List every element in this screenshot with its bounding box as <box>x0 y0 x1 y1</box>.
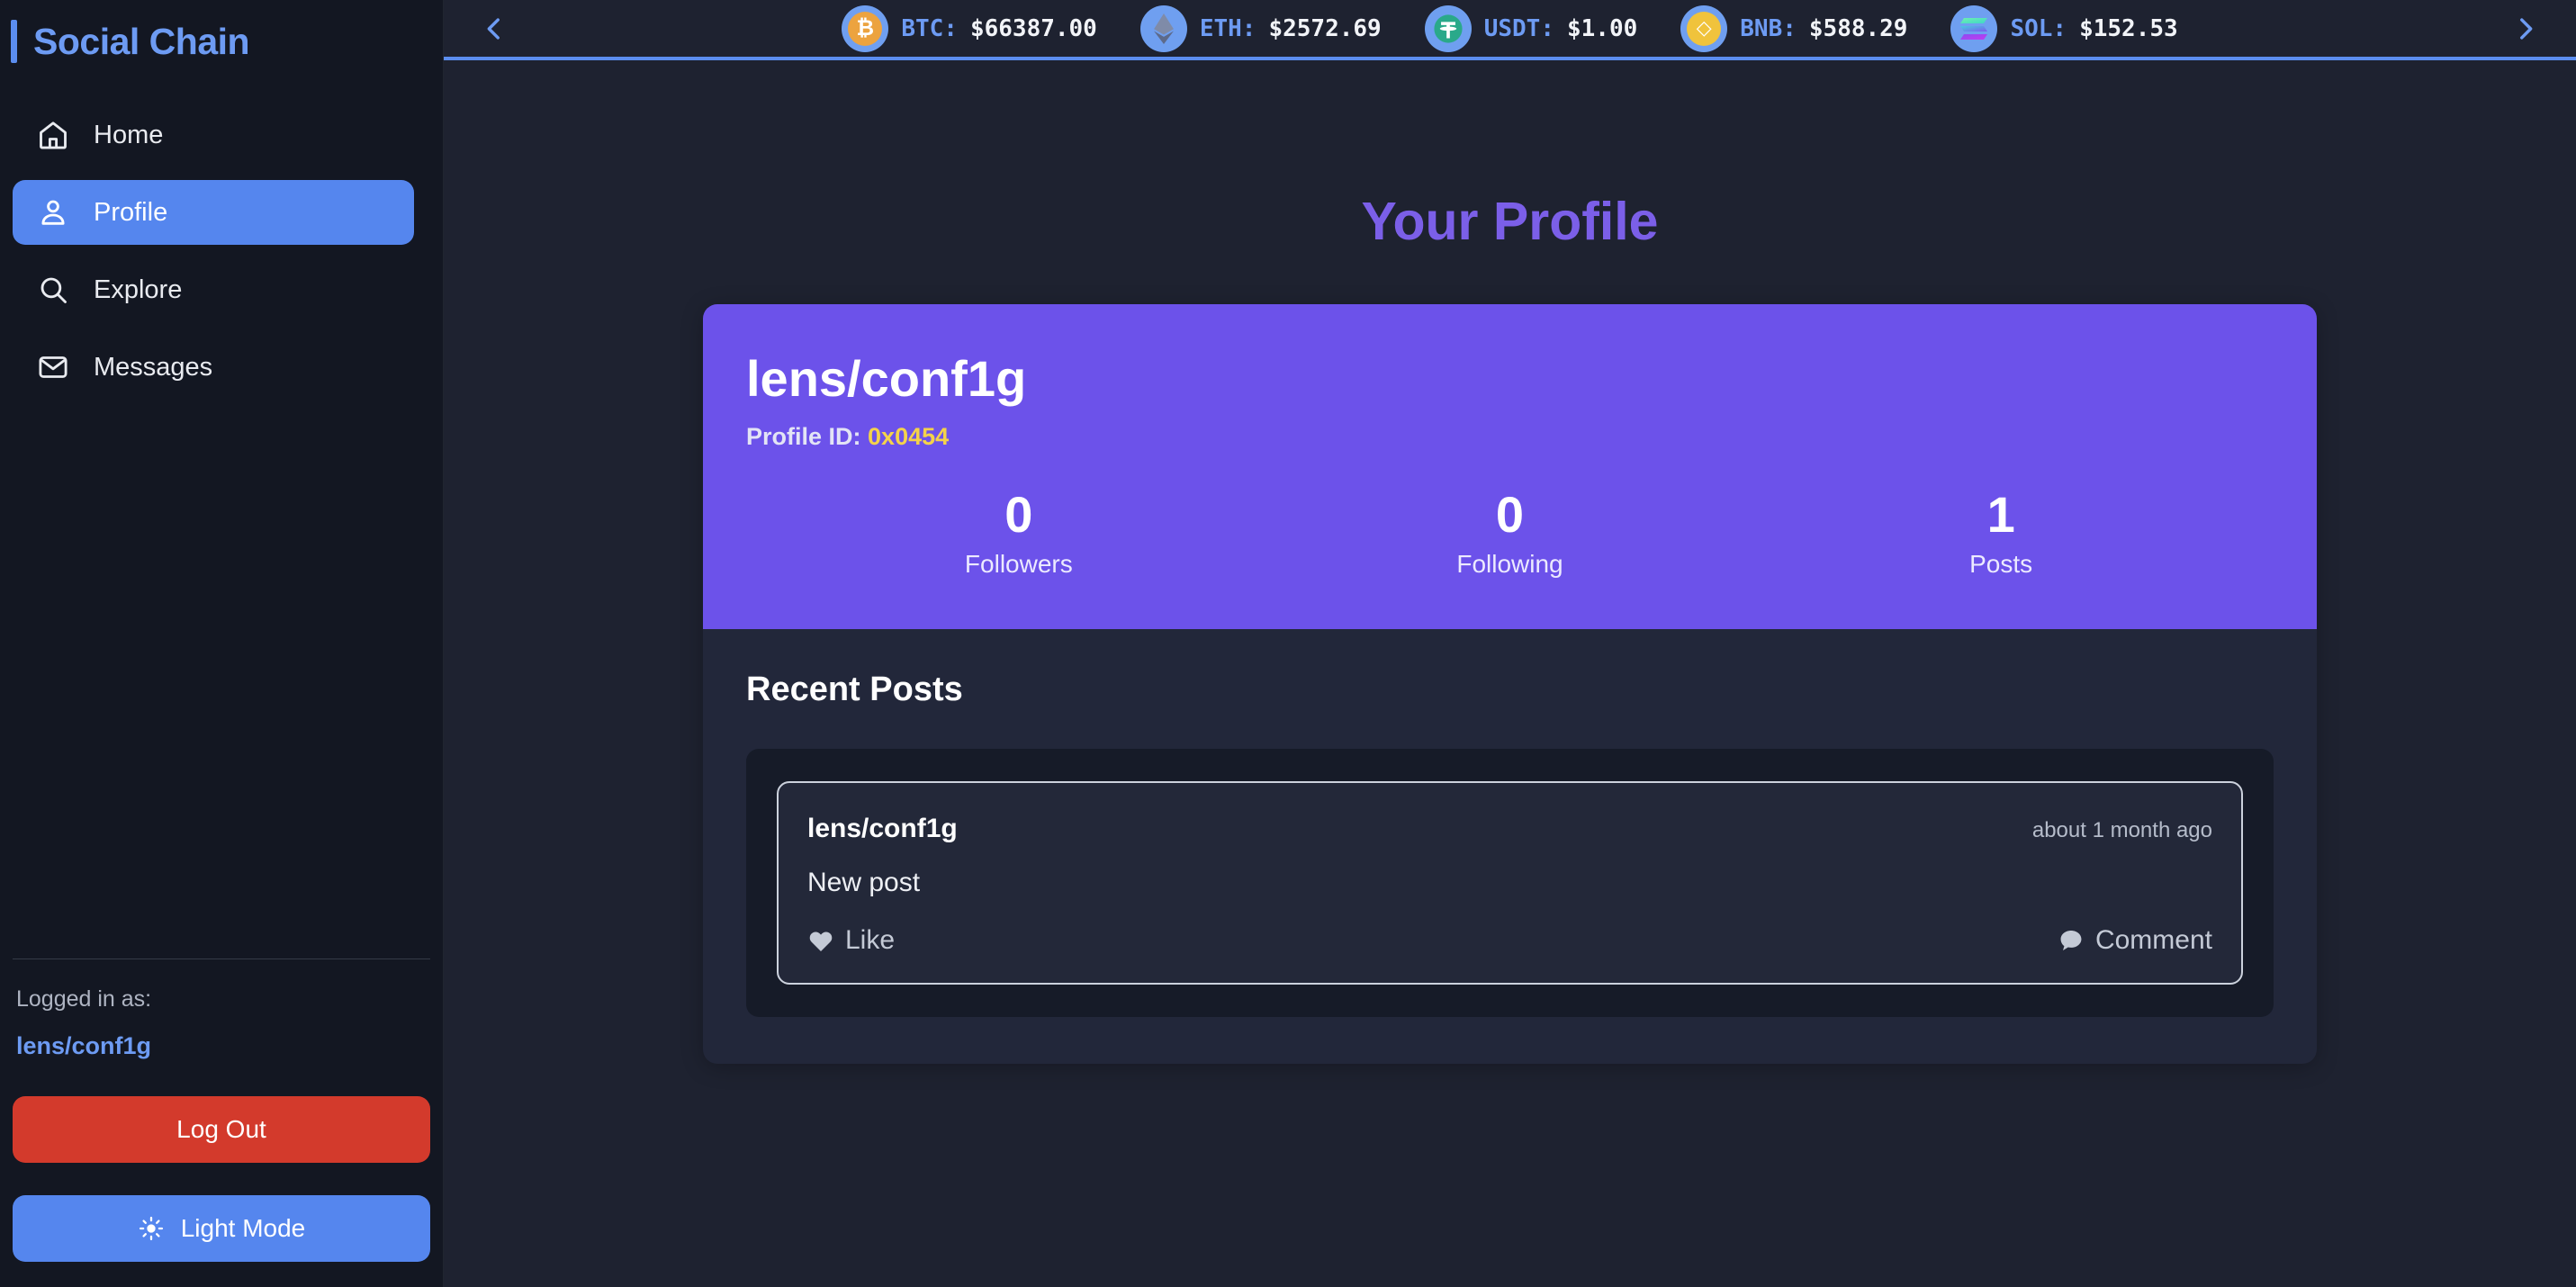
post-author[interactable]: lens/conf1g <box>807 814 958 844</box>
ticker-next-button[interactable] <box>2506 9 2545 49</box>
ticker-symbol: BTC: <box>901 14 958 42</box>
stat-value: 0 <box>1004 485 1033 543</box>
sidebar-item-label: Profile <box>94 197 168 227</box>
heart-icon <box>807 927 834 954</box>
sidebar-footer: Logged in as: lens/conf1g Log Out Light … <box>0 958 443 1287</box>
stat-value: 0 <box>1495 485 1525 543</box>
sidebar-item-label: Home <box>94 120 164 149</box>
light-mode-label: Light Mode <box>180 1214 306 1242</box>
brand-logo[interactable]: Social Chain <box>0 0 443 81</box>
post-body: New post <box>807 868 921 898</box>
post-header: lens/conf1g about 1 month ago <box>807 814 2212 844</box>
sidebar-item-label: Explore <box>94 274 183 304</box>
ticker-price: $1.00 <box>1566 14 1638 42</box>
crypto-ticker-bar: ₿ BTC: $66387.00 ETH: $2572.69 USDT: $1.… <box>444 0 2576 60</box>
profile-handle: lens/conf1g <box>746 350 1027 407</box>
stat-value: 1 <box>1986 485 2015 543</box>
log-out-button[interactable]: Log Out <box>13 1096 430 1163</box>
profile-id-label: Profile ID: <box>746 422 861 450</box>
sun-icon <box>138 1215 165 1242</box>
posts-container: lens/conf1g about 1 month ago New post L… <box>746 749 2274 1018</box>
stat-label: Following <box>1456 550 1563 579</box>
ticker-symbol: BNB: <box>1740 14 1797 42</box>
main-area: ₿ BTC: $66387.00 ETH: $2572.69 USDT: $1.… <box>444 0 2576 1287</box>
profile-header: lens/conf1g Profile ID: 0x0454 0 Followe… <box>703 304 2317 630</box>
brand-title: Social Chain <box>33 20 250 62</box>
sidebar-item-label: Messages <box>94 352 213 382</box>
bitcoin-icon: ₿ <box>842 4 889 52</box>
person-icon <box>36 195 70 230</box>
stat-posts[interactable]: 1 Posts <box>1920 485 2082 580</box>
sidebar-item-explore[interactable]: Explore <box>13 257 414 322</box>
search-icon <box>36 273 70 307</box>
ticker-symbol: ETH: <box>1199 14 1256 42</box>
stat-label: Followers <box>964 550 1073 579</box>
ticker-item-bnb[interactable]: ◇ BNB: $588.29 <box>1680 4 1908 52</box>
ticker-symbol: USDT: <box>1483 14 1554 42</box>
comment-button[interactable]: Comment <box>2058 925 2212 956</box>
page-content: Your Profile lens/conf1g Profile ID: 0x0… <box>444 60 2576 1287</box>
sidebar-item-home[interactable]: Home <box>13 103 414 167</box>
ticker-price: $66387.00 <box>969 14 1097 42</box>
post-actions: Like Comment <box>807 925 2212 956</box>
binance-icon: ◇ <box>1680 4 1728 52</box>
profile-id-value: 0x0454 <box>868 422 950 450</box>
profile-stats: 0 Followers 0 Following 1 Posts <box>746 485 2274 580</box>
tether-icon <box>1424 4 1472 52</box>
page-title: Your Profile <box>1361 192 1659 251</box>
ticker-item-usdt[interactable]: USDT: $1.00 <box>1424 4 1638 52</box>
post-card: lens/conf1g about 1 month ago New post L… <box>777 781 2243 986</box>
stat-label: Posts <box>1969 550 2033 579</box>
comment-icon <box>2058 927 2085 954</box>
ticker-prev-button[interactable] <box>474 9 514 49</box>
ethereum-icon <box>1139 4 1187 52</box>
logged-in-label: Logged in as: <box>16 986 152 1012</box>
ticker-symbol: SOL: <box>2010 14 2067 42</box>
log-out-label: Log Out <box>176 1115 266 1143</box>
home-icon <box>36 118 70 152</box>
ticker-item-eth[interactable]: ETH: $2572.69 <box>1139 4 1382 52</box>
brand-accent-bar <box>11 20 17 63</box>
chevron-right-icon <box>2520 17 2533 40</box>
ticker-price: $588.29 <box>1808 14 1908 42</box>
stat-following[interactable]: 0 Following <box>1428 485 1590 580</box>
ticker-price: $152.53 <box>2079 14 2178 42</box>
solana-icon <box>1950 4 1998 52</box>
like-button[interactable]: Like <box>807 925 895 956</box>
ticker-item-btc[interactable]: ₿ BTC: $66387.00 <box>842 4 1097 52</box>
envelope-icon <box>36 350 70 384</box>
sidebar-item-profile[interactable]: Profile <box>13 180 414 245</box>
like-label: Like <box>845 925 896 956</box>
profile-id: Profile ID: 0x0454 <box>746 423 2274 451</box>
recent-posts-section: Recent Posts lens/conf1g about 1 month a… <box>703 629 2317 1064</box>
ticker-item-sol[interactable]: SOL: $152.53 <box>1950 4 2178 52</box>
footer-divider <box>13 958 430 959</box>
sidebar-nav: Home Profile Explore Messages <box>0 81 443 400</box>
sidebar: Social Chain Home Profile Explore Messag… <box>0 0 444 1287</box>
light-mode-toggle-button[interactable]: Light Mode <box>13 1195 430 1262</box>
logged-in-handle[interactable]: lens/conf1g <box>13 1032 430 1060</box>
ticker-items: ₿ BTC: $66387.00 ETH: $2572.69 USDT: $1.… <box>514 4 2506 52</box>
stat-followers[interactable]: 0 Followers <box>938 485 1100 580</box>
chevron-left-icon <box>487 17 500 40</box>
comment-label: Comment <box>2094 925 2212 956</box>
profile-card: lens/conf1g Profile ID: 0x0454 0 Followe… <box>703 304 2317 1065</box>
ticker-price: $2572.69 <box>1268 14 1382 42</box>
post-timestamp: about 1 month ago <box>2031 818 2212 843</box>
recent-posts-title: Recent Posts <box>746 670 963 709</box>
sidebar-item-messages[interactable]: Messages <box>13 335 414 400</box>
